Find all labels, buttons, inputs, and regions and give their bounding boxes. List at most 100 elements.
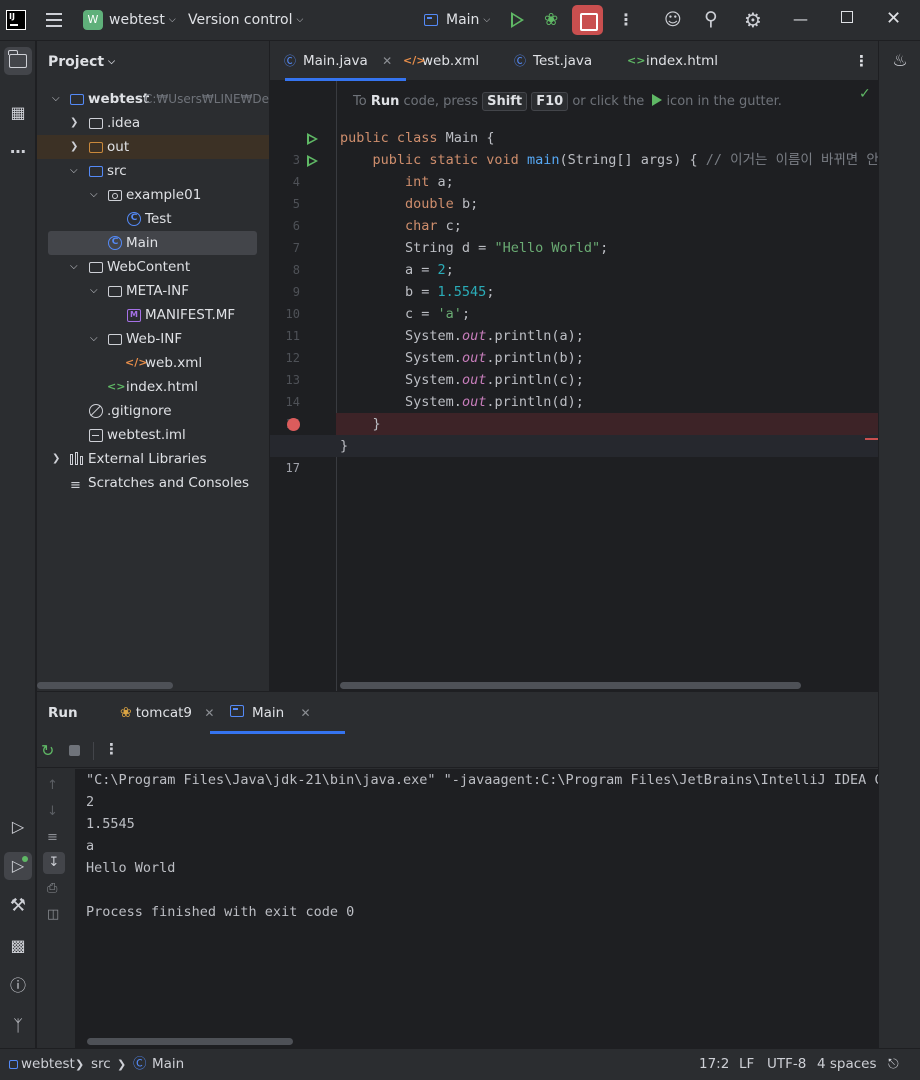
file-encoding[interactable]: UTF-8 [767,1049,806,1080]
git-branch-icon[interactable]: ᛉ [4,1012,32,1040]
editor-horizontal-scrollbar[interactable] [340,682,801,689]
tree-item-example01[interactable]: ⌵ example01 [37,183,269,207]
console-horizontal-scrollbar[interactable] [87,1038,293,1045]
right-tool-strip: ♨ [878,41,920,1048]
tree-item-test[interactable]: C Test [37,207,269,231]
tree-item-idea[interactable]: ❯ .idea [37,111,269,135]
more-actions-icon[interactable]: ⋮ [618,11,634,29]
minimize-icon[interactable]: — [793,10,808,28]
close-tab-icon[interactable]: ✕ [382,54,392,68]
manifest-file-icon: M [127,309,141,322]
collapse-arrow-icon[interactable]: ❯ [52,447,60,471]
debug-bug-icon[interactable]: ❀ [544,10,562,30]
code-editor[interactable]: To Run code, press Shift F10 or click th… [270,81,878,691]
tree-item-indexhtml[interactable]: <> index.html [37,375,269,399]
scroll-up-arrow-icon[interactable]: ↑ [47,778,58,793]
tab-tomcat9[interactable]: ❀ tomcat9 ✕ [120,692,214,734]
tree-item-root[interactable]: ⌵ webtest C:₩Users₩LINE₩Desl [37,87,269,111]
close-tab-icon[interactable]: ✕ [301,706,311,720]
indent-setting[interactable]: 4 spaces [817,1049,877,1080]
breadcrumb-src[interactable]: src [91,1049,111,1080]
tree-item-src[interactable]: ⌵ src [37,159,269,183]
maximize-icon[interactable] [841,11,853,23]
caret-position[interactable]: 17:2 [699,1049,729,1080]
notifications-bell-icon[interactable]: ♨ [886,47,914,75]
expand-arrow-icon[interactable]: ⌵ [90,279,98,303]
folder-icon [108,286,122,297]
run-hint-banner: To Run code, press Shift F10 or click th… [353,92,782,111]
line-separator[interactable]: LF [739,1049,754,1080]
run-configuration-selector[interactable]: Main ⌵ [424,12,490,28]
run-tool-icon[interactable]: ▷ [4,852,32,880]
scroll-down-arrow-icon[interactable]: ↓ [47,804,58,819]
expand-arrow-icon[interactable]: ⌵ [90,183,98,207]
expand-arrow-icon[interactable]: ⌵ [70,159,78,183]
scroll-to-end-icon[interactable]: ↧ [43,852,65,874]
breadcrumb-main[interactable]: Main [152,1049,184,1080]
tab-more-icon[interactable]: ⋮ [854,41,869,81]
run-icon[interactable] [511,12,524,28]
application-config-icon [230,705,244,717]
tree-item-webxml[interactable]: </> web.xml [37,351,269,375]
close-tab-icon[interactable]: ✕ [204,706,214,720]
rerun-icon[interactable]: ↻ [41,741,54,760]
tree-item-out[interactable]: ❯ out [37,135,269,159]
expand-arrow-icon[interactable]: ⌵ [90,327,98,351]
build-hammer-icon[interactable]: ⚒ [4,892,32,920]
error-stripe-mark[interactable] [865,438,878,440]
read-only-lock-icon[interactable]: ⎋ [888,1049,899,1080]
intellij-logo-icon[interactable]: IJ [6,10,26,30]
project-horizontal-scrollbar[interactable] [37,682,173,689]
code-line: 7 char c; [292,218,462,255]
xml-file-icon: </> [403,54,426,67]
services-icon[interactable]: ▷ [4,813,32,841]
breadcrumb-separator-icon: ❯ [75,1058,85,1071]
stop-button[interactable] [572,5,603,35]
project-panel-title[interactable]: Project ⌵ [48,54,115,70]
console-output[interactable]: "C:\Program Files\Java\jdk-21\bin\java.e… [75,769,878,1048]
more-tools-icon[interactable]: ⋯ [4,138,32,166]
run-gutter-icon[interactable] [307,155,318,167]
project-badge[interactable]: W [83,10,103,30]
tab-test-java[interactable]: Ⓒ Test.java [514,41,592,81]
breadcrumb-project[interactable]: webtest [21,1049,75,1080]
breakpoint-icon[interactable] [287,418,300,431]
tree-item-iml[interactable]: webtest.iml [37,423,269,447]
structure-icon[interactable]: ▦ [4,99,32,127]
tab-main-java[interactable]: Ⓒ Main.java ✕ [284,41,407,81]
close-icon[interactable]: ✕ [886,8,901,29]
tree-item-scratches[interactable]: ≡ Scratches and Consoles [37,471,269,495]
tree-item-gitignore[interactable]: .gitignore [37,399,269,423]
tree-item-webcontent[interactable]: ⌵ WebContent [37,255,269,279]
search-icon[interactable]: ⚲ [704,8,718,30]
chevron-down-icon: ⌵ [483,15,491,25]
run-gutter-icon[interactable] [307,133,318,145]
add-user-icon[interactable]: ☺ [664,10,682,30]
project-widget[interactable]: webtest ⌵ [109,12,176,28]
print-icon[interactable]: ⎙ [47,881,57,896]
project-tool-folder-icon[interactable] [4,47,32,75]
stop-icon[interactable] [69,745,80,756]
tree-item-webinf[interactable]: ⌵ Web-INF [37,327,269,351]
tab-web-xml[interactable]: </> web.xml [403,41,479,81]
tree-item-external-libraries[interactable]: ❯ External Libraries [37,447,269,471]
collapse-arrow-icon[interactable]: ❯ [70,111,78,135]
clear-trash-icon[interactable]: ◫ [47,907,59,922]
no-problems-check-icon[interactable]: ✓ [859,86,871,102]
xml-file-icon: </> [125,356,148,369]
tree-item-metainf[interactable]: ⌵ META-INF [37,279,269,303]
tree-item-main[interactable]: C Main [48,231,257,255]
problems-icon[interactable]: ⓘ [4,972,32,1000]
tab-index-html[interactable]: <> index.html [627,41,718,81]
expand-arrow-icon[interactable]: ⌵ [52,87,60,111]
version-control-widget[interactable]: Version control ⌵ [188,12,303,28]
tree-item-manifest[interactable]: M MANIFEST.MF [37,303,269,327]
tab-main-run[interactable]: Main ✕ [210,692,345,734]
main-menu-icon[interactable] [46,13,62,27]
expand-arrow-icon[interactable]: ⌵ [70,255,78,279]
settings-gear-icon[interactable]: ⚙ [744,8,762,32]
soft-wrap-icon[interactable]: ≡ [47,830,58,845]
terminal-icon[interactable]: ▩ [4,932,32,960]
collapse-arrow-icon[interactable]: ❯ [70,135,78,159]
more-actions-icon[interactable]: ⋮ [104,740,119,758]
